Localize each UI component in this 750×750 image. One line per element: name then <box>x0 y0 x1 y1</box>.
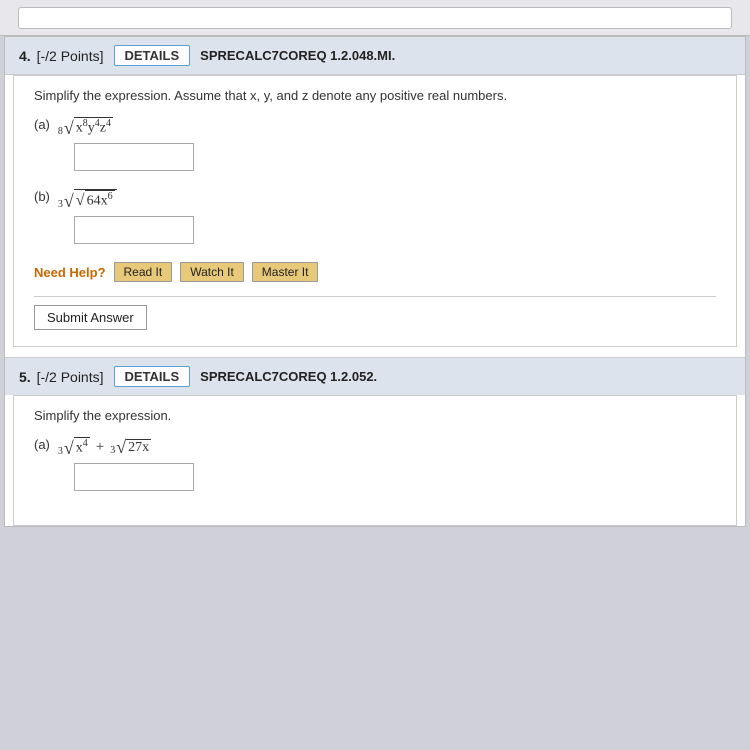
problem-5-number: 5. [-/2 Points] <box>19 369 104 385</box>
need-help-row: Need Help? Read It Watch It Master It <box>34 262 716 282</box>
problem-4-code: SPRECALC7COREQ 1.2.048.MI. <box>200 48 395 63</box>
problem-4-instruction: Simplify the expression. Assume that x, … <box>34 88 716 103</box>
problem-4-part-b: (b) 3 √ √ 64x6 <box>34 189 716 245</box>
problem-4-number: 4. [-/2 Points] <box>19 48 104 64</box>
radical-b-outer: 3 √ √ 64x6 <box>58 189 117 211</box>
problem-5-details-button[interactable]: DETAILS <box>114 366 191 387</box>
browser-bar <box>0 0 750 36</box>
problem-4-details-button[interactable]: DETAILS <box>114 45 191 66</box>
problem-4-body: Simplify the expression. Assume that x, … <box>13 75 737 347</box>
read-it-button[interactable]: Read It <box>114 262 173 282</box>
problem-5-part-a: (a) 3 √ x4 + 3 √ 27x <box>34 437 716 491</box>
need-help-label: Need Help? <box>34 265 106 280</box>
problem-5-body: Simplify the expression. (a) 3 √ x4 + <box>13 395 737 526</box>
part-a-answer-input[interactable] <box>74 143 194 171</box>
part-b-answer-input[interactable] <box>74 216 194 244</box>
part-b-expression: 3 √ √ 64x6 <box>58 189 117 211</box>
radical-a: 8 √ x8y4z4 <box>58 117 113 137</box>
problem-5-part-a-label: (a) 3 √ x4 + 3 √ 27x <box>34 437 716 457</box>
master-it-button[interactable]: Master It <box>252 262 319 282</box>
divider <box>34 296 716 297</box>
radical-b-inner: √ 64x6 <box>76 190 115 210</box>
problem-5-part-a-expression: 3 √ x4 + 3 √ 27x <box>58 437 151 457</box>
problem-5-code: SPRECALC7COREQ 1.2.052. <box>200 369 377 384</box>
part-a-label: (a) 8 √ x8y4z4 <box>34 117 716 137</box>
part-b-label: (b) 3 √ √ 64x6 <box>34 189 716 211</box>
problem-4-header: 4. [-/2 Points] DETAILS SPRECALC7COREQ 1… <box>5 37 745 75</box>
address-bar[interactable] <box>18 7 732 29</box>
problem-4-container: 4. [-/2 Points] DETAILS SPRECALC7COREQ 1… <box>4 36 746 527</box>
problem-5-instruction: Simplify the expression. <box>34 408 716 423</box>
watch-it-button[interactable]: Watch It <box>180 262 244 282</box>
part-a-expression: 8 √ x8y4z4 <box>58 117 113 137</box>
problem-5-header: 5. [-/2 Points] DETAILS SPRECALC7COREQ 1… <box>5 357 745 395</box>
problem-4-part-a: (a) 8 √ x8y4z4 <box>34 117 716 171</box>
submit-answer-button[interactable]: Submit Answer <box>34 305 147 330</box>
problem-5-part-a-answer-input[interactable] <box>74 463 194 491</box>
